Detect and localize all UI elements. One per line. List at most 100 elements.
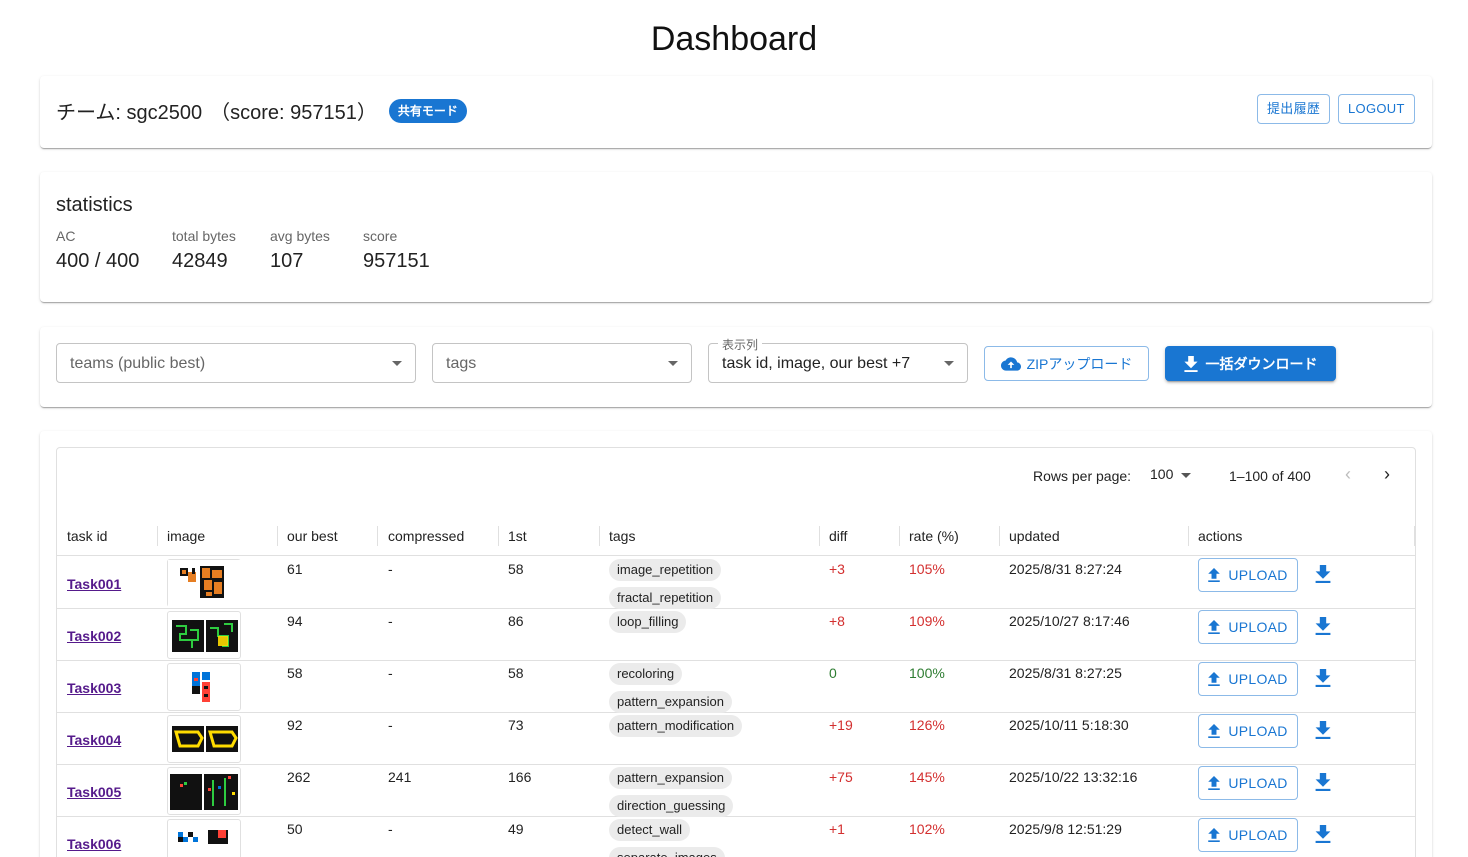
table-row: Task006 50 - 49 detect_wall separate_images +1… (57, 817, 1415, 857)
upload-icon (1208, 672, 1221, 686)
rows-per-page-label: Rows per page: (1033, 468, 1132, 484)
column-header[interactable]: image (157, 516, 205, 556)
chevron-left-icon[interactable]: ‹ (1345, 464, 1351, 485)
task-link[interactable]: Task002 (67, 628, 121, 644)
task-link[interactable]: Task003 (67, 680, 121, 696)
tags-cell: loop_filling (609, 611, 687, 639)
rate-cell: 145% (909, 769, 945, 785)
upload-button[interactable]: UPLOAD (1198, 610, 1298, 644)
rate-cell: 105% (909, 561, 945, 577)
zip-upload-button[interactable]: ZIPアップロード (984, 346, 1149, 381)
logout-button[interactable]: LOGOUT (1338, 94, 1415, 124)
upload-button[interactable]: UPLOAD (1198, 662, 1298, 696)
table-row: Task004 92 - 73 pattern_modification +19 126% 2… (57, 713, 1415, 765)
our-best-cell: 50 (287, 821, 303, 837)
column-header[interactable]: our best (277, 516, 338, 556)
upload-button[interactable]: UPLOAD (1198, 558, 1298, 592)
column-header[interactable]: rate (%) (899, 516, 959, 556)
rate-cell: 126% (909, 717, 945, 733)
rate-cell: 102% (909, 821, 945, 837)
task-thumbnail (167, 559, 242, 608)
column-header[interactable]: task id (57, 516, 107, 556)
rate-cell: 109% (909, 613, 945, 629)
diff-cell: +19 (829, 717, 853, 733)
task-thumbnail (167, 611, 241, 659)
download-icon[interactable] (1315, 825, 1331, 843)
upload-label: UPLOAD (1228, 567, 1288, 583)
task-link[interactable]: Task006 (67, 836, 121, 852)
stat-value: 107 (270, 250, 304, 272)
rows-per-page-select[interactable]: 100 (1150, 466, 1173, 482)
team-name: チーム: sgc2500 (56, 102, 203, 124)
column-separator[interactable] (1414, 526, 1415, 546)
stat-score: score 957151 (363, 228, 430, 273)
column-header[interactable]: compressed (378, 516, 464, 556)
tag-chip: recoloring (609, 663, 683, 685)
upload-icon (1208, 724, 1221, 738)
submission-history-button[interactable]: 提出履歴 (1257, 94, 1331, 124)
task-thumbnail (167, 715, 241, 763)
our-best-cell: 61 (287, 561, 303, 577)
stat-value: 42849 (172, 250, 228, 272)
download-icon[interactable] (1315, 721, 1331, 739)
task-link[interactable]: Task001 (67, 576, 121, 592)
column-header[interactable]: tags (599, 516, 635, 556)
upload-button[interactable]: UPLOAD (1198, 766, 1298, 800)
diff-cell: +3 (829, 561, 845, 577)
stat-label: avg bytes (270, 228, 330, 244)
teams-select[interactable]: teams (public best) (56, 343, 416, 383)
compressed-cell: 241 (388, 769, 412, 785)
stat-avg-bytes: avg bytes 107 (270, 228, 330, 273)
upload-label: UPLOAD (1228, 775, 1288, 791)
zip-upload-label: ZIPアップロード (1026, 355, 1133, 372)
pagination-range: 1–100 of 400 (1229, 468, 1311, 484)
compressed-cell: - (388, 717, 393, 733)
upload-label: UPLOAD (1228, 671, 1288, 687)
updated-cell: 2025/8/31 8:27:25 (1009, 665, 1122, 681)
column-header[interactable]: 1st (498, 516, 527, 556)
tasks-table: Rows per page: 100 1–100 of 400 ‹ › task… (56, 447, 1416, 857)
chevron-down-icon[interactable] (1181, 473, 1191, 478)
columns-select[interactable]: 表示列 task id, image, our best +7 (708, 336, 968, 383)
rate-cell: 100% (909, 665, 945, 681)
stat-value: 400 / 400 (56, 250, 140, 272)
our-best-cell: 94 (287, 613, 303, 629)
bulk-download-button[interactable]: 一括ダウンロード (1165, 346, 1336, 381)
upload-icon (1208, 568, 1221, 582)
column-header[interactable]: updated (999, 516, 1060, 556)
upload-icon (1208, 828, 1221, 842)
download-icon[interactable] (1315, 565, 1331, 583)
table-row: Task002 94 - 86 loop_filling +8 109% 2025/10/27… (57, 609, 1415, 661)
download-icon[interactable] (1315, 773, 1331, 791)
task-link[interactable]: Task004 (67, 732, 121, 748)
bulk-download-label: 一括ダウンロード (1205, 355, 1318, 372)
stat-total-bytes: total bytes 42849 (172, 228, 236, 273)
teams-select-placeholder: teams (public best) (70, 355, 206, 372)
task-link[interactable]: Task005 (67, 784, 121, 800)
team-score: （score: 957151） (210, 102, 377, 124)
tag-chip: image_repetition (609, 559, 722, 581)
stat-label: AC (56, 228, 76, 244)
tags-cell: image_repetition fractal_repetition (609, 559, 722, 615)
tags-select[interactable]: tags (432, 343, 692, 383)
updated-cell: 2025/8/31 8:27:24 (1009, 561, 1122, 577)
upload-button[interactable]: UPLOAD (1198, 714, 1298, 748)
tag-chip: detect_wall (609, 819, 691, 841)
tag-chip: loop_filling (609, 611, 687, 633)
download-icon[interactable] (1315, 617, 1331, 635)
column-header[interactable]: actions (1188, 516, 1242, 556)
first-cell: 73 (508, 717, 524, 733)
download-icon[interactable] (1315, 669, 1331, 687)
updated-cell: 2025/10/11 5:18:30 (1009, 717, 1129, 733)
compressed-cell: - (388, 665, 393, 681)
tag-chip: pattern_expansion (609, 767, 732, 789)
column-header[interactable]: diff (819, 516, 847, 556)
our-best-cell: 58 (287, 665, 303, 681)
upload-button[interactable]: UPLOAD (1198, 818, 1298, 852)
updated-cell: 2025/10/22 13:32:16 (1009, 769, 1138, 785)
table-row: Task003 58 - 58 recoloring pattern_expansion 0… (57, 661, 1415, 713)
tags-cell: recoloring pattern_expansion (609, 663, 732, 719)
tag-chip: separate_images (609, 847, 725, 857)
chevron-right-icon[interactable]: › (1384, 464, 1390, 485)
upload-icon (1208, 776, 1221, 790)
